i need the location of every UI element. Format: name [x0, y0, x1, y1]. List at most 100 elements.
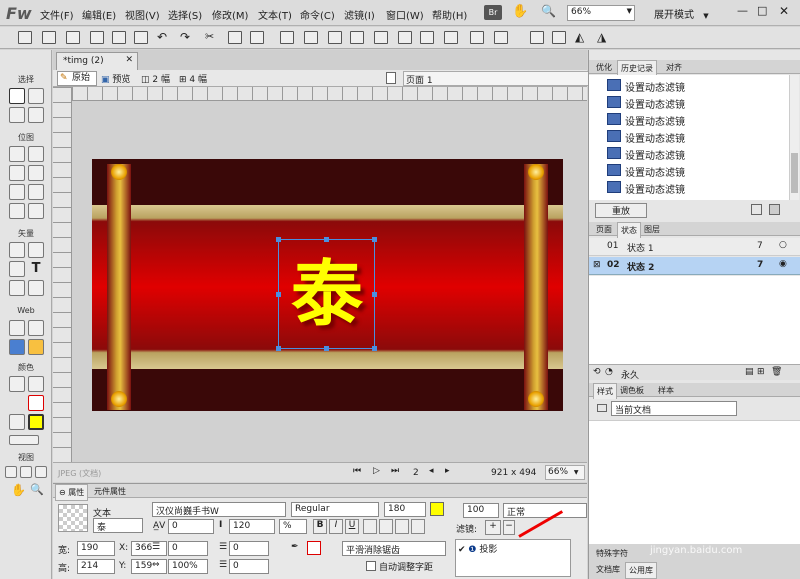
menu-commands[interactable]: 命令(C) [300, 7, 335, 22]
save-icon[interactable] [66, 31, 80, 44]
export-icon[interactable] [112, 31, 126, 44]
opacity-field[interactable]: 100 [463, 503, 499, 518]
magic-wand-tool[interactable] [9, 165, 25, 181]
state-row[interactable]: 01 状态 1 7 ○ [589, 238, 800, 256]
tab-optimize[interactable]: 优化 [593, 60, 615, 75]
tab-swatches[interactable]: 调色板 [617, 383, 647, 398]
history-item[interactable]: 设置动态滤镜 [589, 77, 779, 94]
brush-tool[interactable] [28, 165, 44, 181]
history-scroll-thumb[interactable] [791, 153, 798, 193]
add-filter-button[interactable]: + [485, 520, 501, 535]
paste-icon[interactable] [250, 31, 264, 44]
zoom-tool[interactable]: 🔍 [30, 483, 44, 496]
marquee-tool[interactable] [9, 146, 25, 162]
new-state-icon[interactable]: ▤ [745, 367, 754, 377]
leading-unit-select[interactable]: % [279, 519, 307, 534]
font-family-select[interactable]: 汉仪尚巍手书W [152, 502, 286, 517]
underline-button[interactable]: U [345, 519, 359, 534]
history-scrollbar[interactable] [789, 75, 799, 200]
hand-tool[interactable]: ✋ [11, 483, 26, 497]
flip-vertical-icon[interactable]: ◮ [597, 30, 606, 44]
close-tab-icon[interactable]: ✕ [125, 55, 133, 65]
history-list[interactable]: 设置动态滤镜 设置动态滤镜 设置动态滤镜 设置动态滤镜 设置动态滤镜 设置动态滤… [589, 75, 789, 200]
tab-properties[interactable]: ⊖ 属性 [55, 484, 89, 501]
bring-forward-icon[interactable] [398, 31, 412, 44]
ellipse-tool[interactable] [9, 261, 25, 277]
tab-history[interactable]: 历史记录 [617, 60, 657, 76]
pen-tool[interactable] [28, 242, 44, 258]
history-item[interactable]: 设置动态滤镜 [589, 111, 779, 128]
menu-help[interactable]: 帮助(H) [432, 7, 467, 22]
rotate-cw-icon[interactable] [552, 31, 566, 44]
tab-pages[interactable]: 页面 [593, 222, 615, 237]
history-item[interactable]: 设置动态滤镜 [589, 94, 779, 111]
menu-select[interactable]: 选择(S) [168, 7, 202, 22]
delete-state-icon[interactable]: 🗑 [771, 367, 782, 377]
align-center-button[interactable] [379, 519, 393, 534]
paint-bucket-tool[interactable] [28, 376, 44, 392]
fill-color-swatch[interactable] [28, 414, 44, 430]
crop-tool[interactable] [28, 107, 44, 123]
text-color-swatch[interactable] [430, 502, 444, 516]
x-field[interactable]: 366 [131, 541, 167, 556]
space-after-field[interactable]: 0 [229, 559, 269, 574]
eyedropper-tool[interactable] [9, 376, 25, 392]
menu-edit[interactable]: 编辑(E) [82, 7, 116, 22]
join-icon[interactable] [328, 31, 342, 44]
horizontal-scale-field[interactable]: 100% [168, 559, 208, 574]
history-item[interactable]: 设置动态滤镜 [589, 179, 779, 196]
font-size-field[interactable]: 180 [384, 502, 426, 517]
first-frame-icon[interactable]: ⏮ [353, 466, 361, 476]
open-icon[interactable] [42, 31, 56, 44]
hotspot-tool[interactable] [9, 320, 25, 336]
space-before-field[interactable]: 0 [229, 541, 269, 556]
save-steps-icon[interactable] [769, 204, 780, 215]
workspace-switcher[interactable]: 展开模式 ▼ [654, 6, 709, 21]
selected-text-object[interactable]: 泰 [276, 237, 377, 351]
full-screen-icon[interactable] [35, 466, 47, 478]
page-selector[interactable]: 页面 1 [403, 71, 589, 86]
next-frame-icon[interactable]: ▸ [445, 466, 450, 476]
state-row-selected[interactable]: ⊠ 02 状态 2 7 ◉ [589, 257, 800, 275]
replay-button[interactable]: 重放 [595, 203, 647, 218]
maximize-icon[interactable]: □ [757, 4, 767, 17]
undo-icon[interactable]: ↶ [157, 30, 167, 44]
selection-handle[interactable] [324, 346, 329, 351]
menu-text[interactable]: 文本(T) [258, 7, 292, 22]
eraser-tool[interactable] [28, 184, 44, 200]
history-item[interactable]: 设置动态滤镜 [589, 128, 779, 145]
pencil-tool[interactable] [9, 184, 25, 200]
onion-skin-icon[interactable]: ◔ [605, 367, 613, 377]
stroke-color-field[interactable] [307, 541, 321, 555]
send-back-icon[interactable] [444, 31, 458, 44]
font-style-select[interactable]: Regular [291, 502, 379, 517]
leading-field[interactable]: 120 [229, 519, 275, 534]
duplicate-state-icon[interactable]: ⊞ [757, 367, 765, 377]
hide-slices-tool[interactable] [9, 339, 25, 355]
blend-mode-select[interactable]: 正常 [503, 503, 587, 518]
original-view-tab[interactable]: ✎ 原始 [57, 71, 97, 86]
align-right-button[interactable] [395, 519, 409, 534]
align-icon[interactable] [470, 31, 484, 44]
document-tab[interactable]: *timg (2) ✕ [56, 52, 138, 70]
selection-handle[interactable] [372, 237, 377, 242]
selection-handle[interactable] [276, 237, 281, 242]
swap-colors-icon[interactable] [9, 435, 39, 445]
cut-icon[interactable]: ✂ [205, 30, 214, 43]
history-item[interactable]: 设置动态滤镜 [589, 145, 779, 162]
kerning-field[interactable]: 0 [168, 519, 214, 534]
width-field[interactable]: 190 [77, 541, 115, 556]
menu-file[interactable]: 文件(F) [40, 7, 74, 22]
scale-tool[interactable] [9, 107, 25, 123]
selection-handle[interactable] [276, 346, 281, 351]
blur-tool[interactable] [9, 203, 25, 219]
auto-kern-checkbox[interactable] [366, 561, 376, 571]
show-slices-tool[interactable] [28, 339, 44, 355]
canvas-area[interactable]: 泰 [72, 101, 587, 462]
selection-handle[interactable] [372, 346, 377, 351]
rotate-ccw-icon[interactable] [530, 31, 544, 44]
send-backward-icon[interactable] [420, 31, 434, 44]
menu-view[interactable]: 视图(V) [125, 7, 160, 22]
split-icon[interactable] [350, 31, 364, 44]
subselect-tool[interactable] [28, 88, 44, 104]
